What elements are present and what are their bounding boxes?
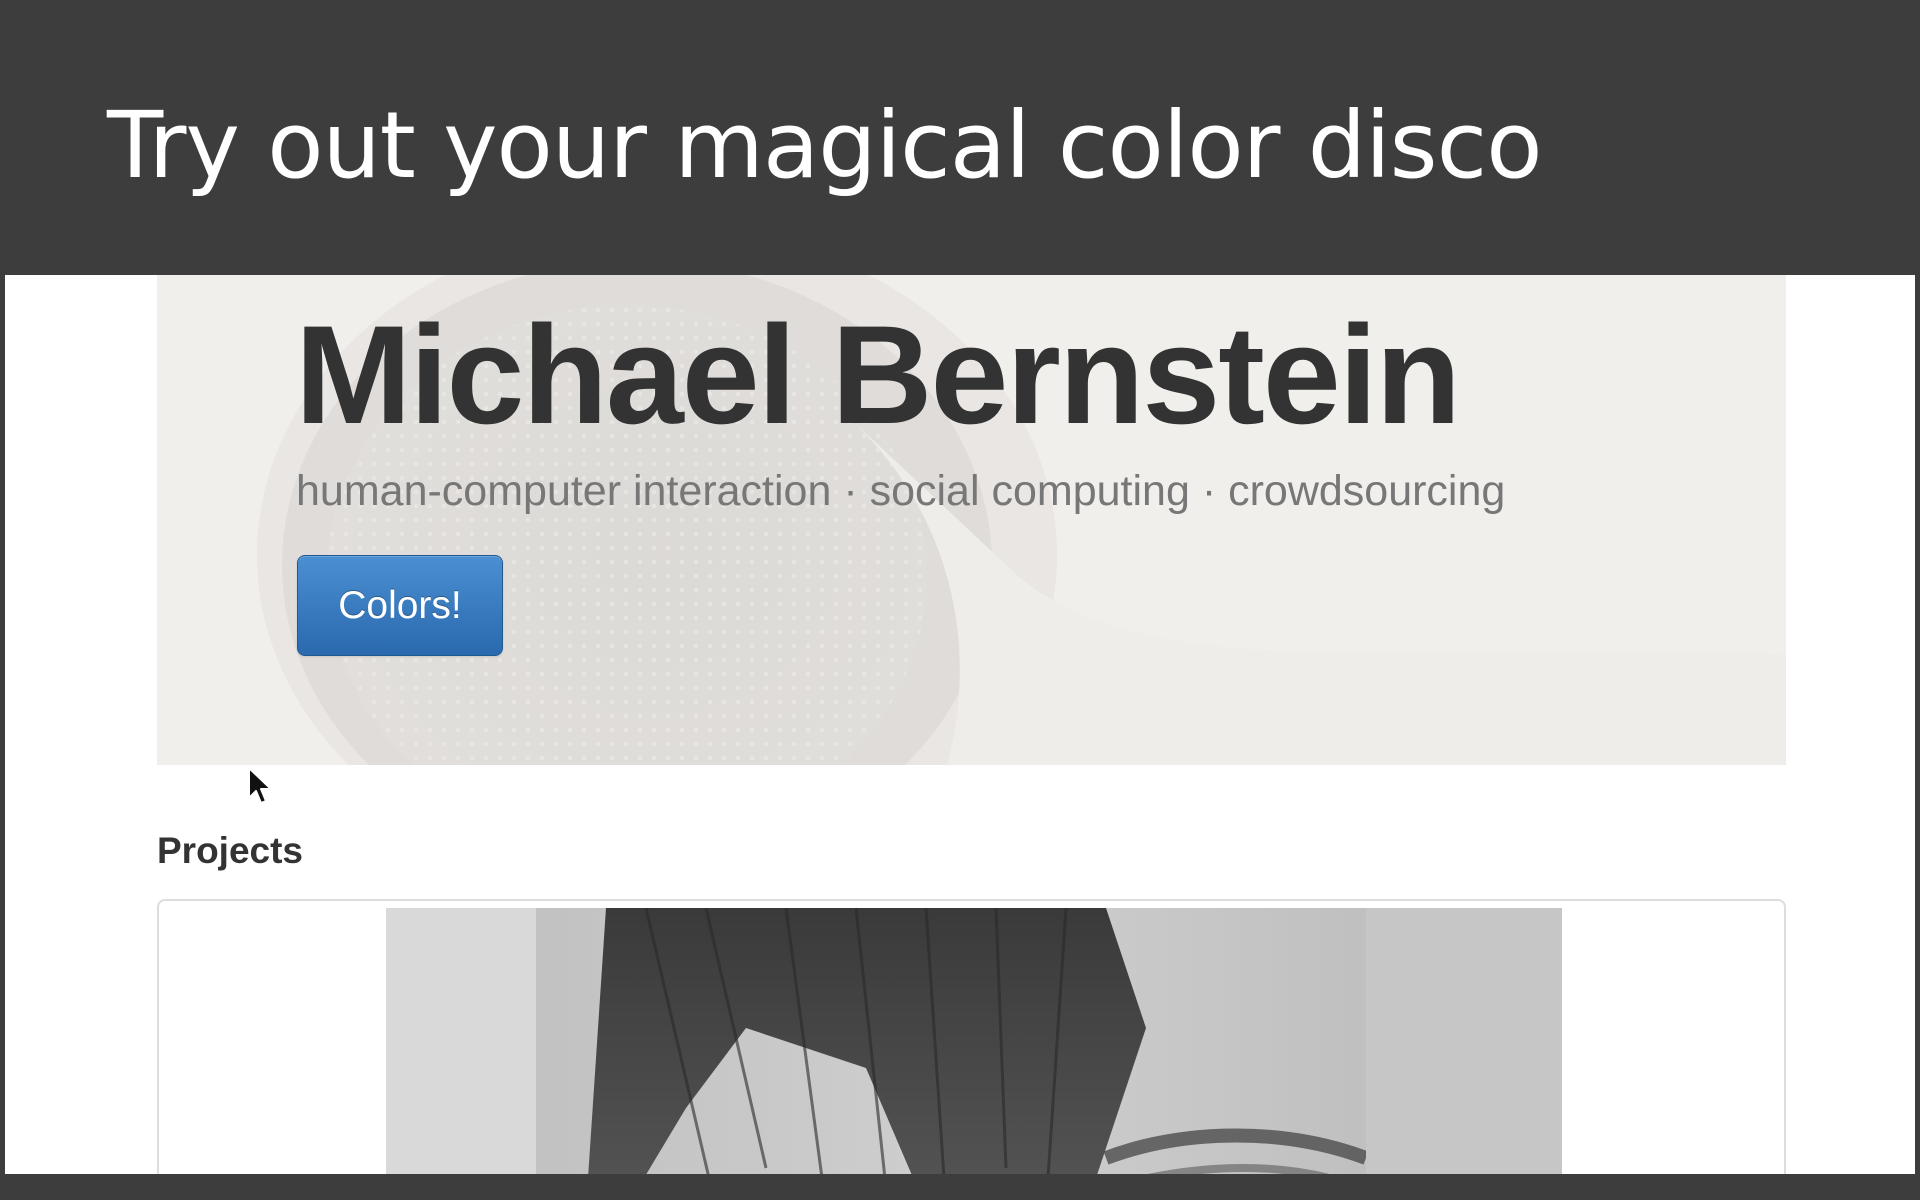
hero-name: Michael Bernstein — [295, 296, 1461, 453]
projects-heading: Projects — [157, 830, 304, 871]
colors-button[interactable]: Colors! — [297, 555, 503, 656]
project-photo — [386, 908, 1562, 1174]
project-card[interactable] — [157, 899, 1786, 1174]
project-photo-image — [386, 908, 1562, 1174]
slide-title: Try out your magical color disco — [107, 92, 1542, 199]
hero-tagline: human-computer interaction · social comp… — [296, 467, 1506, 515]
hero-banner: Michael Bernstein human-computer interac… — [157, 275, 1786, 765]
bottom-bar — [0, 1174, 1920, 1200]
mouse-pointer-icon — [248, 767, 272, 804]
browser-viewport: Michael Bernstein human-computer interac… — [5, 275, 1915, 1174]
